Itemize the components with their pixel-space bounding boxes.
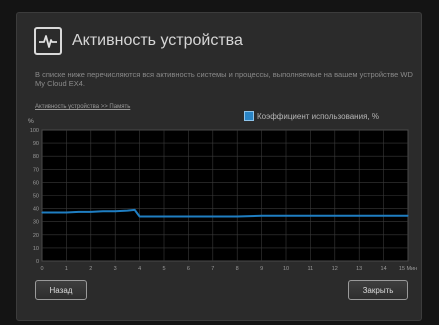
y-tick-label: 0 [36,259,39,265]
x-tick-label: 12 [332,266,338,272]
back-button[interactable]: Назад [35,280,87,300]
x-tick-label: 1 [65,266,68,272]
x-tick-label: 8 [236,266,239,272]
data-point [285,215,287,217]
data-point [309,215,311,217]
data-point [358,215,360,217]
data-point [114,210,116,212]
y-tick-label: 40 [33,207,39,213]
data-point [334,215,336,217]
data-point [78,211,80,213]
data-point [90,211,92,213]
data-point [41,211,43,214]
x-tick-label: 13 [356,266,362,272]
memory-usage-chart: 01020304050607080901000 1 2 3 4 5 6 7 8 9 10 11 12 13… [30,128,417,272]
x-tick-label: 3 [114,266,117,272]
x-tick-label: 4 [138,266,141,272]
x-tick-label: 15 Мин [399,266,417,272]
y-tick-label: 30 [33,220,39,226]
data-point [236,215,238,218]
data-point [65,211,67,214]
x-tick-label: 6 [187,266,190,272]
y-tick-label: 90 [33,141,39,147]
y-tick-label: 80 [33,154,39,160]
x-tick-label: 7 [211,266,214,272]
data-point [102,210,104,212]
x-tick-label: 10 [283,266,289,272]
x-tick-label: 9 [260,266,263,272]
x-tick-label: 14 [381,266,387,272]
x-tick-label: 11 [308,266,314,272]
y-tick-label: 20 [33,233,39,239]
y-tick-label: 10 [33,246,39,252]
x-tick-label: 2 [89,266,92,272]
y-tick-label: 60 [33,180,39,186]
data-point [163,215,165,218]
y-tick-label: 70 [33,167,39,173]
y-tick-label: 50 [33,194,39,200]
data-point [407,215,409,217]
x-tick-label: 5 [162,266,165,272]
data-point [139,215,141,218]
close-button[interactable]: Закрыть [348,280,408,300]
data-point [187,215,189,218]
data-point [134,209,136,211]
data-point [383,215,385,217]
data-point [212,215,214,218]
data-point [53,211,55,214]
data-point [261,215,263,217]
y-tick-label: 100 [30,128,39,134]
x-tick-label: 0 [40,266,43,272]
data-point [126,209,128,212]
